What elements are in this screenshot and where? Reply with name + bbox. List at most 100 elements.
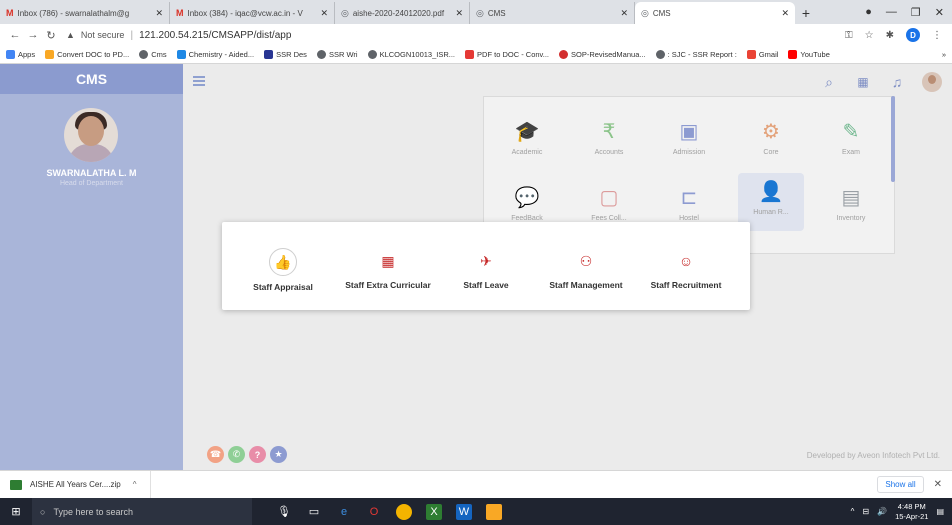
staff-extra-curricular-option[interactable]: ▦ Staff Extra Curricular (340, 248, 436, 291)
browser-tab-pdf[interactable]: ◎ aishe-2020-24012020.pdf ✕ (335, 2, 470, 24)
close-icon[interactable]: ✕ (314, 8, 328, 19)
module-panel-scrollbar[interactable] (891, 96, 895, 182)
file-explorer-icon[interactable] (486, 503, 502, 520)
warning-icon: ▲ (66, 30, 75, 40)
clock-time: 4:48 PM (897, 501, 926, 511)
url-divider: | (130, 29, 134, 41)
sidebar: CMS SWARNALATHA L. M Head of Department (0, 64, 183, 470)
profile-avatar[interactable]: D (906, 28, 920, 42)
minimize-icon[interactable]: — (886, 6, 897, 18)
user-name: SWARNALATHA L. M (46, 168, 137, 178)
module-accounts[interactable]: ₹ Accounts (576, 119, 642, 156)
module-core[interactable]: ⚙ Core (738, 119, 804, 156)
module-feedback[interactable]: 💬 FeedBack (494, 185, 560, 222)
notifications-icon[interactable]: ▤ (936, 507, 944, 516)
bookmark-youtube[interactable]: YouTube (788, 50, 830, 59)
gmail-icon: M (6, 8, 14, 18)
back-icon[interactable]: ← (6, 29, 24, 41)
downloads-bar: AISHE All Years Cer....zip ^ Show all ✕ (0, 470, 952, 499)
chrome-taskbar-icon[interactable] (396, 503, 412, 520)
hr-submodule-popup: 👍 Staff Appraisal ▦ Staff Extra Curricul… (222, 222, 750, 310)
taskbar-search[interactable]: ○ Type here to search (32, 498, 252, 525)
zip-file-icon (10, 479, 22, 490)
bell-icon[interactable]: ♫ (888, 74, 906, 90)
volume-icon[interactable]: 🔊 (877, 507, 887, 516)
user-avatar-small[interactable] (922, 72, 942, 92)
search-placeholder: Type here to search (53, 506, 133, 517)
module-exam[interactable]: ✎ Exam (818, 119, 884, 156)
module-admission[interactable]: ▣ Admission (656, 119, 722, 156)
help-icon[interactable]: ? (249, 446, 266, 463)
close-icon[interactable]: ✕ (775, 8, 789, 19)
bookmark-chemistry[interactable]: Chemistry - Aided... (176, 50, 254, 59)
close-window-icon[interactable]: ✕ (935, 6, 944, 19)
show-all-button[interactable]: Show all (877, 476, 924, 493)
module-fees-collection[interactable]: ▢ Fees Coll... (576, 185, 642, 222)
forward-icon[interactable]: → (24, 29, 42, 41)
whatsapp-icon[interactable]: ✆ (228, 446, 245, 463)
bookmark-icon (465, 50, 475, 59)
network-icon[interactable]: ⊟ (862, 507, 869, 516)
staff-recruitment-option[interactable]: ☺ Staff Recruitment (646, 248, 726, 290)
bookmark-sjc[interactable]: : SJC - SSR Report : (655, 50, 737, 59)
staff-leave-option[interactable]: ✈ Staff Leave (458, 248, 514, 291)
extensions-icon[interactable]: ✱ (886, 30, 894, 41)
search-icon[interactable]: ⌕ (820, 74, 838, 91)
key-icon[interactable]: ⚿ (845, 30, 853, 41)
opera-icon[interactable]: O (366, 504, 382, 520)
bookmark-ssr-des[interactable]: SSR Des (264, 50, 307, 59)
apps-grid-icon[interactable]: ▦ (854, 75, 872, 89)
thumbs-up-icon: 👍 (269, 248, 297, 276)
graduation-cap-icon: 🎓 (514, 121, 540, 143)
chevron-up-icon[interactable]: ^ (133, 480, 137, 489)
archive-icon: ▤ (841, 187, 861, 209)
module-academic[interactable]: 🎓 Academic (494, 119, 560, 156)
star-badge-icon[interactable]: ★ (270, 446, 287, 463)
contacts-icon[interactable]: ☎ (207, 446, 224, 463)
new-tab-button[interactable]: + (795, 2, 817, 24)
browser-tab-inbox-2[interactable]: M Inbox (384) - iqac@vcw.ac.in - V ✕ (170, 2, 335, 24)
clock[interactable]: 4:48 PM 15-Apr-21 (895, 502, 928, 522)
bookmark-sop[interactable]: SOP-RevisedManua... (559, 50, 646, 59)
reload-icon[interactable]: ↻ (42, 29, 60, 42)
microphone-icon[interactable]: 🎙 (276, 504, 292, 520)
menu-kebab-icon[interactable]: ⋮ (932, 30, 942, 41)
bookmark-gmail[interactable]: Gmail (746, 50, 778, 59)
download-filename[interactable]: AISHE All Years Cer....zip (30, 480, 121, 489)
module-hostel[interactable]: ⊏ Hostel (656, 185, 722, 222)
excel-icon[interactable]: X (426, 503, 442, 520)
staff-management-option[interactable]: ⚇ Staff Management (544, 248, 628, 291)
windows-start-icon[interactable]: ⊞ (0, 498, 32, 525)
close-icon[interactable]: ✕ (149, 8, 163, 19)
staff-appraisal-option[interactable]: 👍 Staff Appraisal (242, 248, 324, 292)
maximize-icon[interactable]: ❐ (911, 6, 921, 19)
close-icon[interactable]: ✕ (934, 479, 942, 490)
tray-chevron-icon[interactable]: ^ (851, 507, 855, 516)
browser-tab-cms-1[interactable]: ◎ CMS ✕ (470, 2, 635, 24)
record-icon[interactable]: ● (865, 6, 872, 18)
security-status: Not secure (80, 30, 125, 40)
bookmark-pdf-to-doc[interactable]: PDF to DOC - Conv... (465, 50, 549, 59)
bookmark-apps[interactable]: Apps (6, 50, 35, 59)
bookmark-ssr-wri[interactable]: SSR Wri (316, 50, 358, 59)
edge-icon[interactable]: e (336, 504, 352, 520)
close-icon[interactable]: ✕ (449, 8, 463, 19)
hamburger-menu-icon[interactable] (193, 76, 205, 86)
bookmark-convert-doc[interactable]: Convert DOC to PD... (45, 50, 129, 59)
word-icon[interactable]: W (456, 503, 472, 520)
briefcase-icon: ▢ (599, 187, 619, 209)
bookmarks-overflow[interactable]: » (942, 50, 946, 59)
user-role: Head of Department (59, 180, 124, 187)
star-icon[interactable]: ☆ (865, 30, 874, 41)
browser-tab-inbox-1[interactable]: M Inbox (786) - swarnalathalm@g ✕ (0, 2, 170, 24)
bookmark-cms[interactable]: Cms (139, 50, 167, 59)
close-icon[interactable]: ✕ (614, 8, 628, 19)
url-field[interactable]: ▲ Not secure | 121.200.54.215/CMSAPP/dis… (66, 26, 845, 44)
browser-tab-cms-active[interactable]: ◎ CMS ✕ (635, 2, 795, 24)
tab-label: Inbox (384) - iqac@vcw.ac.in - V (187, 8, 303, 18)
app-topbar: ⌕ ▦ ♫ (183, 64, 952, 100)
module-inventory[interactable]: ▤ Inventory (818, 185, 884, 222)
bookmarks-bar: Apps Convert DOC to PD... Cms Chemistry … (0, 46, 952, 64)
bookmark-klcogn[interactable]: KLCOGN10013_ISR... (367, 50, 455, 59)
task-view-icon[interactable]: ▭ (306, 504, 322, 520)
